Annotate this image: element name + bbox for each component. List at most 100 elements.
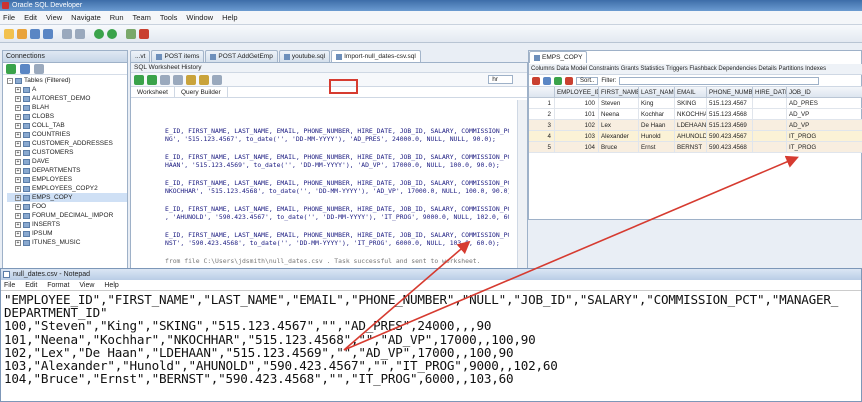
rollback-icon[interactable] — [173, 74, 183, 85]
cell[interactable]: 515.123.4567 — [707, 98, 753, 109]
cell[interactable]: De Haan — [639, 120, 675, 131]
undo-icon[interactable] — [62, 28, 72, 39]
new-icon[interactable] — [4, 28, 14, 39]
refresh-icon[interactable] — [20, 63, 30, 74]
save-all-icon[interactable] — [43, 28, 53, 39]
cell[interactable]: NKOCHHAR — [675, 109, 707, 120]
menu-tools[interactable]: Tools — [160, 13, 178, 22]
format-icon[interactable] — [212, 74, 222, 85]
tree-item[interactable]: + EMPLOYEES — [7, 175, 127, 184]
tree-item-tables[interactable]: - Tables (Filtered) — [7, 76, 127, 85]
cell[interactable] — [753, 131, 787, 142]
table-row[interactable]: 5 104 Bruce Ernst BERNST 590.423.4568 IT_PROG — [529, 142, 862, 153]
cell[interactable]: Kochhar — [639, 109, 675, 120]
cell[interactable] — [753, 98, 787, 109]
menu-file[interactable]: File — [3, 13, 15, 22]
cell[interactable]: 590.423.4567 — [707, 131, 753, 142]
tree-item-selected[interactable]: + EMPS_COPY — [7, 193, 127, 202]
tree-item[interactable]: + FORUM_DECIMAL_IMPOR — [7, 211, 127, 220]
column-header[interactable]: JOB_ID — [787, 87, 862, 98]
cell[interactable]: IT_PROG — [787, 131, 862, 142]
cell[interactable]: 100 — [555, 98, 599, 109]
cell[interactable]: LDEHAAN — [675, 120, 707, 131]
cell[interactable]: Bruce — [599, 142, 639, 153]
column-header[interactable]: EMPLOYEE_ID — [555, 87, 599, 98]
tab-worksheet[interactable]: Worksheet — [131, 87, 175, 97]
autotrace-icon[interactable] — [199, 74, 209, 85]
cell[interactable]: 590.423.4568 — [707, 142, 753, 153]
menu-team[interactable]: Team — [133, 13, 151, 22]
tree-item[interactable]: + CUSTOMER_ADDRESSES — [7, 139, 127, 148]
tab-emps-copy[interactable]: EMPS_COPY — [529, 51, 588, 63]
cell[interactable]: 104 — [555, 142, 599, 153]
cell[interactable]: SKING — [675, 98, 707, 109]
column-header[interactable]: HIRE_DATE — [753, 87, 787, 98]
cell[interactable]: 101 — [555, 109, 599, 120]
tab-post-items[interactable]: POST items — [151, 50, 205, 62]
menu-view[interactable]: View — [46, 13, 62, 22]
tree-item[interactable]: + COLL_TAB — [7, 121, 127, 130]
commit-icon[interactable] — [160, 74, 170, 85]
table-subtabs[interactable]: Columns Data Model Constraints Grants St… — [529, 64, 862, 75]
vertical-scrollbar[interactable] — [517, 100, 527, 270]
tree-item[interactable]: + COUNTRIES — [7, 130, 127, 139]
column-header[interactable]: EMAIL — [675, 87, 707, 98]
cell[interactable]: 102 — [555, 120, 599, 131]
cell[interactable]: Lex — [599, 120, 639, 131]
stop-icon[interactable] — [139, 28, 149, 39]
tree-item[interactable]: + CUSTOMERS — [7, 148, 127, 157]
sql-editor[interactable]: E_ID, FIRST_NAME, LAST_NAME, EMAIL, PHON… — [161, 100, 509, 270]
tab-import-null-dates[interactable]: Import-null_dates-csv.sql — [331, 50, 421, 62]
run-script-icon[interactable] — [147, 74, 157, 85]
cell[interactable]: Neena — [599, 109, 639, 120]
tree-item[interactable]: + BLAH — [7, 103, 127, 112]
connection-select[interactable]: hr — [488, 75, 513, 84]
cell[interactable]: Hunold — [639, 131, 675, 142]
forward-icon[interactable] — [107, 28, 117, 39]
cell[interactable] — [753, 120, 787, 131]
cell[interactable]: AHUNOLD — [675, 131, 707, 142]
cell[interactable]: AD_PRES — [787, 98, 862, 109]
tree-item[interactable]: + CLOBS — [7, 112, 127, 121]
explain-plan-icon[interactable] — [186, 74, 196, 85]
tree-item[interactable]: + INSERTS — [7, 220, 127, 229]
table-row[interactable]: 2101NeenaKochharNKOCHHAR515.123.4568 AD_V… — [529, 109, 862, 120]
table-row[interactable]: 4 103 Alexander Hunold AHUNOLD 590.423.4567 IT… — [529, 131, 862, 142]
add-connection-icon[interactable] — [6, 63, 16, 74]
notepad-menu-help[interactable]: Help — [104, 282, 118, 289]
menu-help[interactable]: Help — [222, 13, 237, 22]
sort-button[interactable]: Sort.. — [576, 76, 599, 85]
cell[interactable]: 103 — [555, 131, 599, 142]
save-icon[interactable] — [30, 28, 40, 39]
tree-item[interactable]: + EMPLOYEES_COPY2 — [7, 184, 127, 193]
menu-edit[interactable]: Edit — [24, 13, 37, 22]
notepad-menu-file[interactable]: File — [4, 282, 15, 289]
tree-item[interactable]: + DEPARTMENTS — [7, 166, 127, 175]
tree-item[interactable]: + FOO — [7, 202, 127, 211]
open-folder-icon[interactable] — [17, 28, 27, 39]
refresh-icon[interactable] — [543, 76, 551, 85]
worksheet-tabs[interactable]: SQL Worksheet History — [131, 63, 527, 73]
table-row[interactable]: 3 102 Lex De Haan LDEHAAN 515.123.4569 AD_VP — [529, 120, 862, 131]
cell[interactable] — [753, 109, 787, 120]
menu-navigate[interactable]: Navigate — [71, 13, 101, 22]
run-statement-icon[interactable] — [134, 74, 144, 85]
cell[interactable]: King — [639, 98, 675, 109]
pin-icon[interactable] — [532, 76, 540, 85]
filter-icon[interactable] — [34, 63, 44, 74]
insert-row-icon[interactable] — [554, 76, 562, 85]
cell[interactable]: BERNST — [675, 142, 707, 153]
tree-item[interactable]: + A — [7, 85, 127, 94]
tree-item[interactable]: + AUTOREST_DEMO — [7, 94, 127, 103]
tab-query-builder[interactable]: Query Builder — [175, 87, 228, 97]
sql-icon[interactable] — [126, 28, 136, 39]
back-icon[interactable] — [94, 28, 104, 39]
tree-item[interactable]: + DAVE — [7, 157, 127, 166]
column-header[interactable]: LAST_NAME — [639, 87, 675, 98]
menu-run[interactable]: Run — [110, 13, 124, 22]
column-header[interactable]: PHONE_NUMBER — [707, 87, 753, 98]
cell[interactable]: Alexander — [599, 131, 639, 142]
cell[interactable]: AD_VP — [787, 109, 862, 120]
cell[interactable]: AD_VP — [787, 120, 862, 131]
notepad-text-area[interactable]: "EMPLOYEE_ID","FIRST_NAME","LAST_NAME","… — [4, 293, 862, 386]
